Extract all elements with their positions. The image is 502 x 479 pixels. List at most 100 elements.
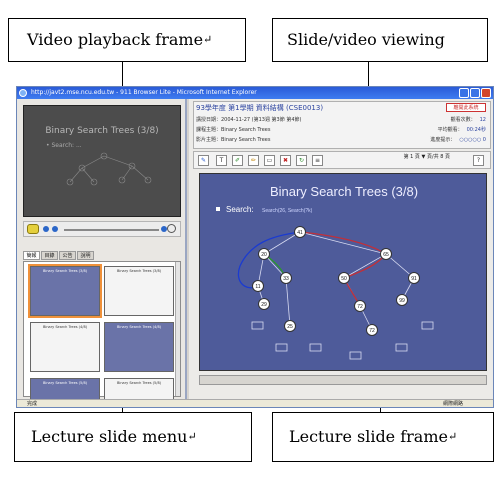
slide-bullet: Search: [226, 205, 254, 214]
video-topic: 影片主題：Binary Search Trees [196, 137, 271, 143]
tab-slides[interactable]: 簡報 [23, 251, 40, 260]
tree-node-label: 72 [357, 304, 363, 310]
video-tree-drawing [66, 152, 152, 186]
window-controls [459, 88, 491, 98]
tree-edge [343, 253, 387, 279]
slide-title: Binary Search Trees (3/8) [270, 184, 418, 199]
refresh-icon[interactable]: ↻ [296, 155, 307, 166]
stop-button[interactable] [43, 226, 49, 232]
tree-node-label: 65 [383, 252, 389, 258]
window-titlebar: http://javt2.mse.ncu.edu.tw - 911 Browse… [17, 87, 493, 99]
browser-window: http://javt2.mse.ncu.edu.tw - 911 Browse… [16, 86, 494, 408]
close-button[interactable] [481, 88, 491, 98]
slide-thumbnail[interactable]: Binary Search Trees (3/8) [28, 264, 102, 318]
tree-node-label: 11 [255, 284, 260, 290]
tree-edge [299, 231, 387, 255]
return-arrow-icon: ↵ [187, 430, 197, 443]
text-tool-icon[interactable]: T [216, 155, 227, 166]
callout-lecture-slide-frame: Lecture slide frame↵ [272, 412, 494, 462]
tree-node-label: 20 [261, 252, 267, 258]
tree-node: 72 [354, 300, 366, 312]
help-icon[interactable]: ? [473, 155, 484, 166]
thumbnail-label: Binary Search Trees (4/8) [116, 325, 162, 329]
tab-help[interactable]: 說明 [77, 251, 94, 260]
tree-leaf-box [251, 321, 264, 330]
callout-lecture-slide-menu: Lecture slide menu↵ [14, 412, 252, 462]
minimize-button[interactable] [459, 88, 469, 98]
tab-announcements[interactable]: 公告 [59, 251, 76, 260]
tree-leaf-box [275, 343, 288, 352]
stat-average: 平均觀看： 00:24秒 [438, 126, 486, 133]
left-panel: Binary Search Trees (3/8) • Search: ... [17, 99, 187, 407]
eraser-icon[interactable]: ▭ [264, 155, 275, 166]
tree-edge [285, 277, 291, 327]
slide-thumbnail[interactable]: Binary Search Trees (4/8) [104, 322, 174, 372]
marker-icon[interactable]: ✐ [232, 155, 243, 166]
page-selector[interactable]: 第 1 頁 ▼ 頁/共 8 頁 [404, 154, 450, 161]
tree-node: 72 [366, 324, 378, 336]
lecture-slide-frame[interactable]: Binary Search Trees (3/8) Search: Search… [199, 173, 487, 371]
tree-node: 20 [258, 248, 270, 260]
thumbnail-label: Binary Search Trees (5/8) [42, 381, 88, 385]
callout-text: Video playback frame [27, 30, 204, 49]
lecture-slide-menu: Binary Search Trees (3/8) Binary Search … [23, 261, 181, 407]
highlighter-icon[interactable]: ✏ [248, 155, 259, 166]
tree-node: 25 [284, 320, 296, 332]
callout-text: Lecture slide menu [31, 427, 188, 446]
maximize-button[interactable] [470, 88, 480, 98]
tree-node-label: 41 [297, 230, 303, 236]
slide-toolbar: ✎ T ✐ ✏ ▭ ✖ ↻ ≡ 第 1 頁 ▼ 頁/共 8 頁 ? [193, 151, 491, 169]
slide-navigation-bar[interactable] [199, 375, 487, 385]
pen-annotations [237, 231, 387, 307]
lecture-date: 講授日期：2004-11-27 (第13週 第3節 第4節) [196, 117, 302, 123]
pen-icon[interactable]: ✎ [198, 155, 209, 166]
volume-icon[interactable] [167, 224, 176, 233]
course-topic: 課程主題：Binary Search Trees [196, 127, 271, 133]
slide-thumbnail[interactable]: Binary Search Trees (3/8) [104, 266, 174, 316]
callout-text: Slide/video viewing [287, 30, 445, 49]
pause-button[interactable] [52, 226, 58, 232]
tab-contents[interactable]: 目錄 [41, 251, 58, 260]
slide-menu-scrollbar[interactable] [175, 262, 180, 396]
course-info-panel: 93學年度 第1學期 資料結構 (CSE0013) 離開此系統 講授日期：200… [193, 101, 491, 149]
ie-logo-icon [19, 89, 27, 97]
notes-icon[interactable]: ≡ [312, 155, 323, 166]
stat-value: 12 [479, 117, 486, 123]
tree-leaf-box [309, 343, 322, 352]
callout-video-playback-frame: Video playback frame↵ [8, 18, 246, 62]
video-playback-frame[interactable]: Binary Search Trees (3/8) • Search: ... [23, 105, 181, 217]
seek-slider[interactable] [64, 229, 159, 231]
tree-leaf-box [421, 321, 434, 330]
tree-node-label: 99 [399, 298, 405, 304]
thumbnail-label: Binary Search Trees (4/8) [42, 325, 88, 329]
stat-label: 進度提示： [430, 137, 456, 143]
tree-node: 50 [338, 272, 350, 284]
tree-node: 29 [258, 298, 270, 310]
slide-tabs: 簡報 目錄 公告 說明 [23, 251, 94, 260]
tree-node: 99 [396, 294, 408, 306]
stat-views: 觀看次數： 12 [451, 116, 486, 123]
thumbnail-label: Binary Search Trees (5/8) [116, 381, 162, 385]
play-button[interactable] [27, 224, 39, 234]
callout-slide-video-viewing: Slide/video viewing [272, 18, 488, 62]
tree-node: 65 [380, 248, 392, 260]
slide-canvas: Binary Search Trees (3/8) Search: Search… [216, 184, 434, 360]
slide-bullet-detail: Search(26, Search(?k) [262, 208, 313, 214]
tree-node: 11 [252, 280, 264, 292]
stat-value: ○○○○○ 0 [459, 137, 486, 143]
return-arrow-icon: ↵ [447, 430, 458, 443]
video-control-bar [23, 221, 181, 237]
tree-node-label: 50 [341, 276, 347, 282]
tree-node: 41 [294, 226, 306, 238]
status-bar: 完成 網際網路 [17, 399, 493, 407]
return-arrow-icon: ↵ [203, 33, 213, 46]
tree-node: 91 [408, 272, 420, 284]
slide-thumbnail[interactable]: Binary Search Trees (4/8) [30, 322, 100, 372]
status-text: 完成 [27, 401, 38, 407]
clear-icon[interactable]: ✖ [280, 155, 291, 166]
thumbnail-label: Binary Search Trees (3/8) [116, 269, 162, 273]
right-panel: 93學年度 第1學期 資料結構 (CSE0013) 離開此系統 講授日期：200… [189, 99, 493, 399]
window-title: http://javt2.mse.ncu.edu.tw - 911 Browse… [31, 89, 257, 96]
slide-bullet-icon [216, 207, 220, 211]
logout-button[interactable]: 離開此系統 [446, 103, 486, 112]
